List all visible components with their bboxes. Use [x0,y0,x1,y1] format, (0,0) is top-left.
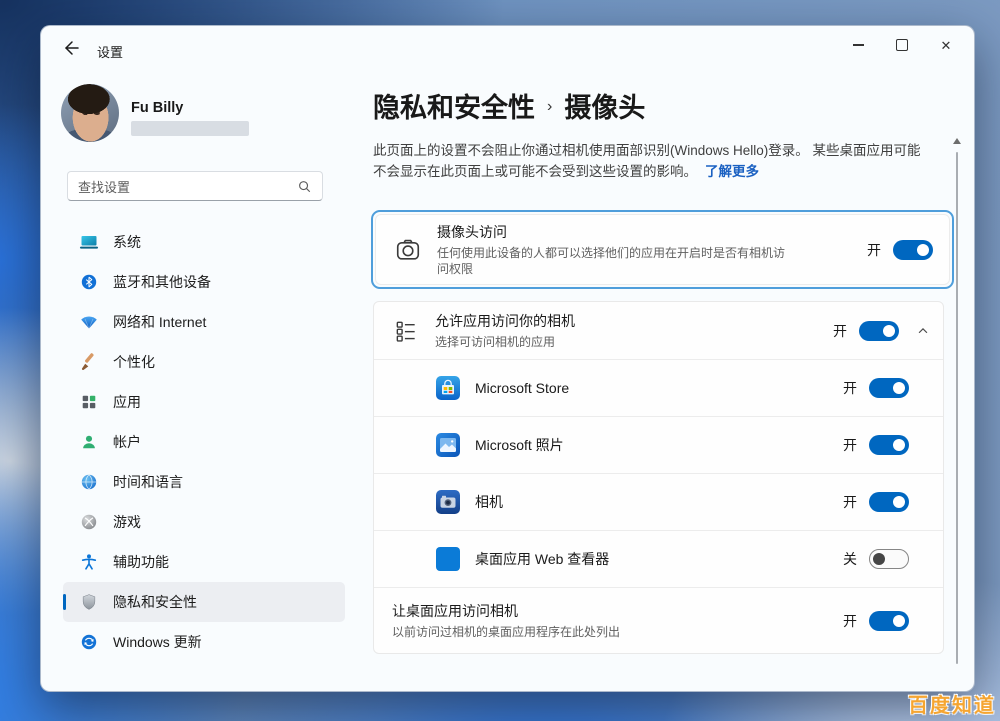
camera-access-highlight: 摄像头访问 任何使用此设备的人都可以选择他们的应用在开启时是否有相机访问权限 开 [371,210,954,289]
settings-window: 设置 ✕ Fu Billy 查找设置 系统 蓝牙和其他设备 网络和 Intern… [40,25,975,692]
search-placeholder: 查找设置 [78,177,130,196]
allow-apps-subtitle: 选择可访问相机的应用 [435,334,575,350]
sidebar-item-network[interactable]: 网络和 Internet [63,302,345,342]
sidebar-item-personalization[interactable]: 个性化 [63,342,345,382]
camera-app-icon [436,490,460,514]
close-button[interactable]: ✕ [924,28,968,62]
breadcrumb-separator-icon: › [547,95,552,116]
sidebar-item-accounts[interactable]: 帐户 [63,422,345,462]
privacy-icon [79,592,99,612]
sidebar-item-system[interactable]: 系统 [63,222,345,262]
description-line2: 不会显示在此页面上或可能不会受到这些设置的影响。 [373,164,697,179]
user-email-redacted [131,121,249,136]
app-row-web-viewer: 桌面应用 Web 查看器 关 [374,530,943,587]
sidebar-item-privacy-security[interactable]: 隐私和安全性 [63,582,345,622]
accounts-icon [79,432,99,452]
search-icon [297,179,312,194]
sidebar-item-label: Windows 更新 [113,632,202,652]
desktop-apps-title: 让桌面应用访问相机 [392,601,620,621]
desktop-apps-toggle[interactable] [869,611,909,631]
sidebar-item-label: 应用 [113,392,141,412]
camera-access-title: 摄像头访问 [437,222,785,242]
sidebar-item-label: 辅助功能 [113,552,169,572]
toggle-state-label: 开 [843,435,857,455]
chevron-up-icon[interactable] [915,323,931,339]
maximize-button[interactable] [880,28,924,62]
sidebar-item-gaming[interactable]: 游戏 [63,502,345,542]
camera-app-toggle[interactable] [869,492,909,512]
watermark: 百度知道 [908,689,996,718]
allow-apps-row[interactable]: 允许应用访问你的相机 选择可访问相机的应用 开 [374,302,943,359]
allow-apps-title: 允许应用访问你的相机 [435,311,575,331]
description-line1: 此页面上的设置不会阻止你通过相机使用面部识别(Windows Hello)登录。… [373,140,973,161]
minimize-button[interactable] [836,28,880,62]
web-viewer-icon [436,547,460,571]
store-icon [436,376,460,400]
page-description: 此页面上的设置不会阻止你通过相机使用面部识别(Windows Hello)登录。… [373,140,973,182]
window-title: 设置 [97,42,123,61]
apps-icon [79,392,99,412]
web-viewer-toggle[interactable] [869,549,909,569]
avatar [61,84,119,142]
app-row-camera: 相机 开 [374,473,943,530]
sidebar-item-label: 蓝牙和其他设备 [113,272,211,292]
toggle-state-label: 开 [867,240,881,260]
photos-icon [436,433,460,457]
app-name: 相机 [475,492,503,512]
sidebar-item-label: 网络和 Internet [113,312,206,332]
network-icon [79,312,99,332]
camera-settings-list: 允许应用访问你的相机 选择可访问相机的应用 开 Microsoft Store … [373,301,944,654]
camera-access-toggle[interactable] [893,240,933,260]
breadcrumb: 隐私和安全性 › 摄像头 [373,86,645,124]
sidebar-item-accessibility[interactable]: 辅助功能 [63,542,345,582]
app-name: Microsoft Store [475,380,569,396]
search-input[interactable]: 查找设置 [67,171,323,201]
desktop-apps-subtitle: 以前访问过相机的桌面应用程序在此处列出 [392,624,620,640]
microsoft-photos-toggle[interactable] [869,435,909,455]
scrollbar-up-icon[interactable] [953,138,961,144]
app-name: 桌面应用 Web 查看器 [475,549,609,569]
app-row-microsoft-photos: Microsoft 照片 开 [374,416,943,473]
sidebar-item-time-language[interactable]: 时间和语言 [63,462,345,502]
personalization-icon [79,352,99,372]
sidebar-item-bluetooth[interactable]: 蓝牙和其他设备 [63,262,345,302]
app-list-icon [392,317,420,345]
window-controls: ✕ [836,28,968,62]
sidebar-item-apps[interactable]: 应用 [63,382,345,422]
sidebar-item-label: 系统 [113,232,141,252]
toggle-state-label: 开 [843,378,857,398]
camera-outline-icon [394,236,422,264]
page-title: 摄像头 [564,86,645,125]
windows-update-icon [79,632,99,652]
learn-more-link[interactable]: 了解更多 [705,164,759,179]
toggle-state-label: 开 [843,611,857,631]
sidebar-item-label: 隐私和安全性 [113,592,197,612]
sidebar-item-label: 时间和语言 [113,472,183,492]
accessibility-icon [79,552,99,572]
allow-apps-toggle[interactable] [859,321,899,341]
toggle-state-label: 关 [843,549,857,569]
time-language-icon [79,472,99,492]
system-icon [79,232,99,252]
camera-access-subtitle: 任何使用此设备的人都可以选择他们的应用在开启时是否有相机访问权限 [437,245,785,277]
sidebar-item-label: 个性化 [113,352,155,372]
sidebar-nav: 系统 蓝牙和其他设备 网络和 Internet 个性化 应用 帐户 时间和语言 [63,222,345,662]
app-name: Microsoft 照片 [475,435,564,455]
breadcrumb-parent[interactable]: 隐私和安全性 [373,86,535,125]
sidebar-item-label: 游戏 [113,512,141,532]
camera-access-card: 摄像头访问 任何使用此设备的人都可以选择他们的应用在开启时是否有相机访问权限 开 [375,214,950,285]
sidebar-item-windows-update[interactable]: Windows 更新 [63,622,345,662]
toggle-state-label: 开 [843,492,857,512]
bluetooth-icon [79,272,99,292]
app-row-microsoft-store: Microsoft Store 开 [374,359,943,416]
user-name: Fu Billy [131,100,183,116]
sidebar-item-label: 帐户 [113,432,141,452]
back-button[interactable] [61,38,81,58]
microsoft-store-toggle[interactable] [869,378,909,398]
desktop-apps-row: 让桌面应用访问相机 以前访问过相机的桌面应用程序在此处列出 开 [374,587,943,653]
gaming-icon [79,512,99,532]
toggle-state-label: 开 [833,321,847,341]
scrollbar[interactable] [956,152,958,664]
